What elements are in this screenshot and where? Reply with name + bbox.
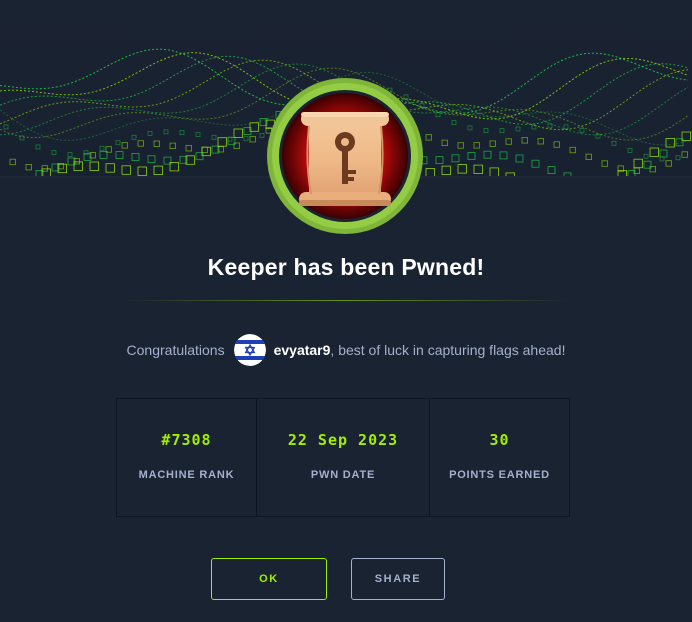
username-link[interactable]: evyatar9: [274, 342, 331, 358]
stat-pwn-date: 22 Sep 2023 PWN DATE: [256, 399, 429, 516]
congrats-message: Congratulations evyatar9 , best of luck …: [0, 334, 692, 366]
stat-value: #7308: [161, 431, 212, 449]
stats-panel: #7308 MACHINE RANK 22 Sep 2023 PWN DATE …: [116, 398, 570, 517]
title-divider: [122, 300, 570, 301]
stat-value: 22 Sep 2023: [287, 431, 399, 449]
stat-machine-rank: #7308 MACHINE RANK: [117, 399, 256, 516]
page-title: Keeper has been Pwned!: [207, 254, 485, 280]
israel-flag-icon[interactable]: [233, 334, 266, 366]
congrats-prefix: Congratulations: [126, 342, 225, 358]
machine-badge: [265, 76, 425, 236]
stat-label: MACHINE RANK: [138, 469, 235, 481]
stat-label: PWN DATE: [310, 469, 376, 481]
stat-label: POINTS EARNED: [449, 469, 550, 481]
congrats-suffix: , best of luck in capturing flags ahead!: [330, 342, 566, 358]
stat-value: 30: [489, 431, 510, 449]
ok-button[interactable]: OK: [211, 558, 327, 600]
stat-points-earned: 30 POINTS EARNED: [429, 399, 569, 516]
share-button[interactable]: SHARE: [351, 558, 445, 600]
scroll-key-icon: [299, 112, 391, 206]
